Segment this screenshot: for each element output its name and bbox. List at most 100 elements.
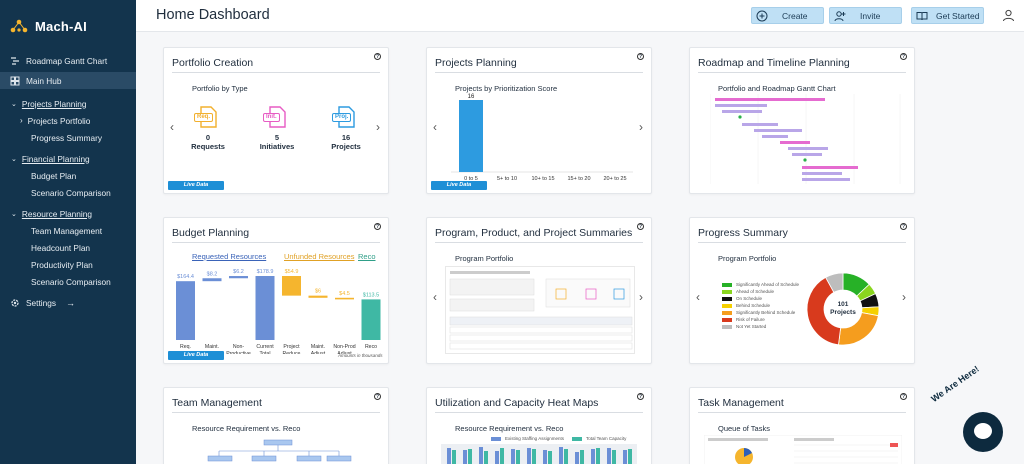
card-program-summaries[interactable]: Program, Product, and Project Summaries … xyxy=(426,217,652,364)
card-utilization-heatmaps[interactable]: Utilization and Capacity Heat Maps ? Res… xyxy=(426,387,652,464)
card-title: Program, Product, and Project Summaries xyxy=(435,227,633,239)
sidebar-item-productivity-plan[interactable]: Productivity Plan xyxy=(0,256,136,273)
card-subtitle: Program Portfolio xyxy=(455,254,514,263)
gantt-icon xyxy=(11,56,19,65)
carousel-prev-icon[interactable]: ‹ xyxy=(170,121,174,133)
get-started-button[interactable]: Get Started xyxy=(911,7,984,24)
help-icon[interactable]: ? xyxy=(637,223,644,230)
card-title: Roadmap and Timeline Planning xyxy=(698,57,850,69)
carousel-next-icon[interactable]: › xyxy=(639,121,643,133)
sidebar-item-scenario-comparison[interactable]: Scenario Comparison xyxy=(0,184,136,201)
sidebar-item-scenario-comparison-resource[interactable]: Scenario Comparison xyxy=(0,273,136,290)
legend-label: Not Yet Started xyxy=(736,324,767,329)
card-projects-planning[interactable]: Projects Planning ? Projects by Prioriti… xyxy=(426,47,652,194)
carousel-next-icon[interactable]: › xyxy=(376,121,380,133)
sidebar-item-projects-portfolio[interactable]: › Projects Portfolio xyxy=(0,112,136,129)
sidebar-item-progress-summary[interactable]: Progress Summary xyxy=(0,129,136,146)
card-portfolio-creation[interactable]: Portfolio Creation ? Portfolio by Type ‹… xyxy=(163,47,389,194)
sidebar-section-projects-planning[interactable]: ⌄ Projects Planning xyxy=(0,95,136,112)
sidebar-section-financial-planning[interactable]: ⌄ Financial Planning xyxy=(0,150,136,167)
portfolio-type-initiatives[interactable]: Init. 5 Initiatives xyxy=(254,106,300,151)
create-button[interactable]: Create xyxy=(751,7,824,24)
live-data-badge: Live Data xyxy=(168,351,224,360)
sidebar-item-settings[interactable]: Settings → xyxy=(0,294,136,311)
legend-item: Significantly Behind Schedule xyxy=(722,309,799,316)
sidebar-item-team-management[interactable]: Team Management xyxy=(0,222,136,239)
carousel-next-icon[interactable]: › xyxy=(639,291,643,303)
legend-label: Risk of Failure xyxy=(736,317,765,322)
sidebar-item-label: Projects Portfolio xyxy=(27,115,91,126)
card-title: Progress Summary xyxy=(698,227,788,239)
divider xyxy=(172,242,380,243)
sidebar-item-label: Roadmap Gantt Chart xyxy=(26,55,108,66)
utilization-thumbnail xyxy=(441,444,637,464)
tick-label: Non- xyxy=(233,344,245,350)
card-subtitle: Resource Requirement vs. Reco xyxy=(455,424,564,433)
user-profile-icon[interactable] xyxy=(1002,9,1015,22)
tick-label: Non-Prod xyxy=(333,344,355,350)
sidebar-section-label: Financial Planning xyxy=(21,153,90,164)
chat-launcher-button[interactable] xyxy=(963,412,1003,452)
bar xyxy=(308,295,328,298)
invite-button[interactable]: Invite xyxy=(829,7,902,24)
card-task-management[interactable]: Task Management ? Queue of Tasks xyxy=(689,387,915,464)
carousel-prev-icon[interactable]: ‹ xyxy=(433,121,437,133)
legend-swatch xyxy=(722,296,732,301)
divider xyxy=(435,412,643,413)
data-label: $113.5 xyxy=(363,292,379,298)
legend-swatch xyxy=(722,324,732,329)
tick-label: Req. xyxy=(180,344,191,350)
bar xyxy=(335,297,354,300)
tick-label: 15+ to 20 xyxy=(567,176,590,182)
bar xyxy=(282,276,301,296)
portfolio-type-projects[interactable]: Proj. 16 Projects xyxy=(323,106,369,151)
legend-item: Risk of Failure xyxy=(722,316,799,323)
card-title: Team Management xyxy=(172,397,262,409)
bar xyxy=(176,281,195,340)
type-label: Projects xyxy=(331,142,361,151)
document-icon: Proj. xyxy=(332,106,357,128)
type-code: Init. xyxy=(263,113,280,122)
sidebar-item-main-hub[interactable]: Main Hub xyxy=(0,72,136,89)
bar xyxy=(361,299,381,340)
help-icon[interactable]: ? xyxy=(900,53,907,60)
tick-label: Project xyxy=(283,344,300,350)
carousel-prev-icon[interactable]: ‹ xyxy=(696,291,700,303)
document-icon: Init. xyxy=(263,106,288,128)
help-icon[interactable]: ? xyxy=(374,53,381,60)
divider xyxy=(172,412,380,413)
add-user-icon xyxy=(834,10,846,21)
card-subtitle: Queue of Tasks xyxy=(718,424,770,433)
legend-item: Not Yet Started xyxy=(722,323,799,330)
sidebar-item-label: Budget Plan xyxy=(31,170,77,181)
sidebar-item-roadmap-gantt[interactable]: Roadmap Gantt Chart xyxy=(0,52,136,69)
help-icon[interactable]: ? xyxy=(637,53,644,60)
card-subtitle: Portfolio and Roadmap Gantt Chart xyxy=(718,84,836,93)
help-icon[interactable]: ? xyxy=(637,393,644,400)
tick-label: Adjust xyxy=(311,351,326,354)
divider xyxy=(435,242,643,243)
sidebar-item-headcount-plan[interactable]: Headcount Plan xyxy=(0,239,136,256)
card-progress-summary[interactable]: Progress Summary ? Program Portfolio ‹ ›… xyxy=(689,217,915,364)
card-team-management[interactable]: Team Management ? Resource Requirement v… xyxy=(163,387,389,464)
card-budget-planning[interactable]: Budget Planning ? Requested Resources Un… xyxy=(163,217,389,364)
tick-label: Current xyxy=(256,344,274,350)
help-icon[interactable]: ? xyxy=(900,223,907,230)
sidebar-item-budget-plan[interactable]: Budget Plan xyxy=(0,167,136,184)
we-are-here-badge[interactable]: We Are Here! xyxy=(929,364,981,404)
carousel-next-icon[interactable]: › xyxy=(902,291,906,303)
card-subtitle: Program Portfolio xyxy=(718,254,777,263)
help-icon[interactable]: ? xyxy=(374,223,381,230)
portfolio-type-requests[interactable]: Req. 0 Requests xyxy=(185,106,231,151)
brand[interactable]: Mach-AI xyxy=(0,0,136,40)
sidebar-section-resource-planning[interactable]: ⌄ Resource Planning xyxy=(0,205,136,222)
data-label: $164.4 xyxy=(177,274,194,280)
help-icon[interactable]: ? xyxy=(900,393,907,400)
data-label: $178.9 xyxy=(257,269,274,275)
help-icon[interactable]: ? xyxy=(374,393,381,400)
legend-item: Ahead of Schedule xyxy=(722,288,799,295)
plus-circle-icon xyxy=(756,10,768,21)
sidebar-item-label: Settings xyxy=(26,297,56,308)
carousel-prev-icon[interactable]: ‹ xyxy=(433,291,437,303)
card-roadmap-timeline[interactable]: Roadmap and Timeline Planning ? Portfoli… xyxy=(689,47,915,194)
